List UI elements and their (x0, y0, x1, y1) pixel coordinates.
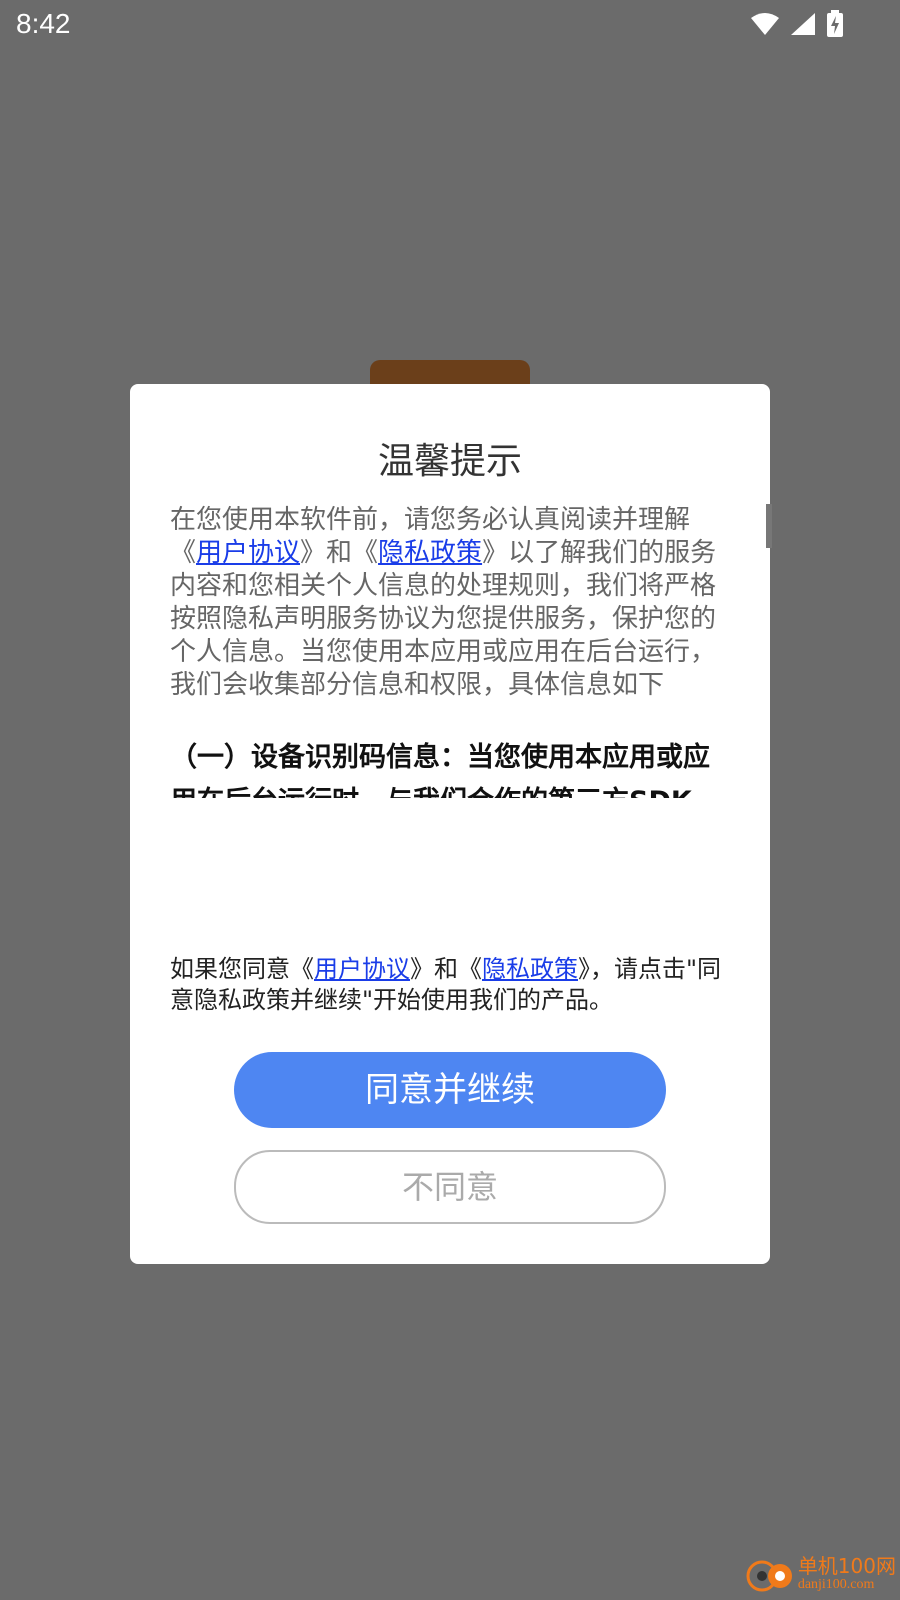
consent-footer-text: 如果您同意《用户协议》和《隐私政策》，请点击"同意隐私政策并继续"开始使用我们的… (170, 954, 730, 1016)
watermark-name: 单机100网 (797, 1554, 896, 1578)
agreement-scroll-area[interactable]: 在您使用本软件前，请您务必认真阅读并理解《用户协议》和《隐私政策》以了解我们的服… (170, 504, 730, 798)
intro-middle: 》和《 (300, 538, 379, 568)
footer-user-agreement-link[interactable]: 用户协议 (314, 955, 410, 983)
intro-text: 在您使用本软件前，请您务必认真阅读并理解《用户协议》和《隐私政策》以了解我们的服… (170, 504, 730, 702)
section-device-id: （一）设备识别码信息：当您使用本应用或应用在后台运行时，与我们合作的第三方SDK… (170, 742, 710, 798)
privacy-policy-link[interactable]: 隐私政策 (378, 538, 482, 568)
watermark-logo-icon (746, 1560, 792, 1592)
privacy-dialog: 温馨提示 在您使用本软件前，请您务必认真阅读并理解《用户协议》和《隐私政策》以了… (130, 384, 772, 1264)
watermark-text: 单机100网 danji100.com (798, 1555, 896, 1593)
status-bar: 8:42 (0, 0, 900, 48)
status-icons (750, 10, 844, 38)
footer-privacy-policy-link[interactable]: 隐私政策 (482, 955, 578, 983)
watermark: 单机100网 danji100.com (746, 1554, 896, 1594)
footer-prefix: 如果您同意《 (170, 955, 314, 983)
watermark-url: danji100.com (797, 1577, 875, 1592)
scrollbar-thumb[interactable] (766, 504, 772, 548)
wifi-icon (751, 13, 779, 35)
user-agreement-link[interactable]: 用户协议 (196, 538, 300, 568)
disagree-button[interactable]: 不同意 (234, 1150, 666, 1224)
status-time: 8:42 (16, 8, 71, 39)
dialog-title: 温馨提示 (377, 441, 522, 482)
battery-charging-icon (827, 10, 843, 37)
agree-continue-button[interactable]: 同意并继续 (234, 1052, 666, 1128)
footer-middle: 》和《 (410, 955, 482, 983)
cellular-signal-icon (791, 13, 815, 35)
